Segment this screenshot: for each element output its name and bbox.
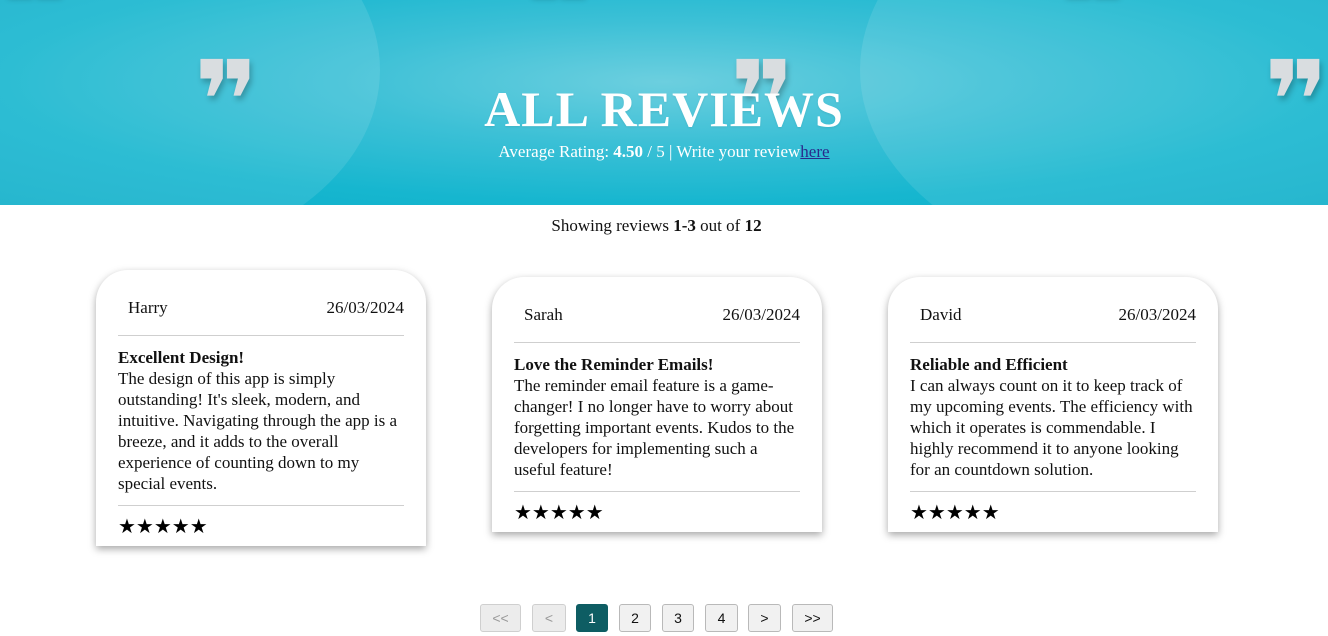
showing-prefix: Showing reviews [551,216,669,235]
showing-range: 1-3 [673,216,696,235]
review-content: Excellent Design! The design of this app… [118,336,404,506]
average-rating-label: Average Rating: [498,142,610,161]
review-title: Reliable and Efficient [910,355,1068,374]
next-page-button[interactable]: > [748,604,781,632]
review-card-header: David 26/03/2024 [910,277,1196,343]
review-card: Sarah 26/03/2024 Love the Reminder Email… [492,277,822,532]
review-stars: ★★★★★ [118,506,404,546]
showing-total: 12 [744,216,762,235]
review-content: Love the Reminder Emails! The reminder e… [514,343,800,492]
review-title: Love the Reminder Emails! [514,355,714,374]
last-page-button[interactable]: >> [792,604,833,632]
quote-mark-icon: ❝ [520,0,591,71]
review-stars: ★★★★★ [910,492,1196,532]
page-button-4[interactable]: 4 [705,604,738,632]
star-rating-icon: ★★★★★ [514,500,604,524]
review-card: Harry 26/03/2024 Excellent Design! The d… [96,270,426,546]
quote-mark-icon: ❝ [1054,0,1125,71]
quote-mark-icon: ❝ [0,0,67,71]
average-rating-suffix: / 5 | Write your review [647,142,801,161]
review-stars: ★★★★★ [514,492,800,532]
star-rating-icon: ★★★★★ [118,514,208,538]
page-button-2[interactable]: 2 [619,604,651,632]
star-rating-icon: ★★★★★ [910,500,1000,524]
average-rating-line: Average Rating: 4.50 / 5 | Write your re… [0,142,1328,162]
reviewer-name: David [920,304,962,324]
review-date: 26/03/2024 [1118,304,1196,324]
review-text: The design of this app is simply outstan… [118,369,398,493]
reviewer-name: Sarah [524,304,563,324]
review-card-header: Sarah 26/03/2024 [514,277,800,343]
page-button-3[interactable]: 3 [662,604,694,632]
review-card: David 26/03/2024 Reliable and Efficient … [888,277,1218,532]
review-date: 26/03/2024 [326,297,404,317]
first-page-button[interactable]: << [480,604,521,632]
review-card-header: Harry 26/03/2024 [118,270,404,336]
write-review-link[interactable]: here [800,142,829,161]
review-title: Excellent Design! [118,348,245,367]
review-text: The reminder email feature is a game-cha… [514,376,795,479]
showing-middle: out of [700,216,741,235]
hero-banner: ❝ ❝ ❝ ❞ ❞ ❞ ALL REVIEWS Average Rating: … [0,0,1328,205]
review-content: Reliable and Efficient I can always coun… [910,343,1196,492]
pagination: << < 1 2 3 4 > >> [0,604,1328,634]
page-title: ALL REVIEWS [484,81,844,137]
reviewer-name: Harry [128,297,168,317]
page-button-1[interactable]: 1 [576,604,608,632]
review-date: 26/03/2024 [722,304,800,324]
review-text: I can always count on it to keep track o… [910,376,1193,479]
prev-page-button[interactable]: < [532,604,566,632]
showing-reviews-text: Showing reviews 1-3 out of 12 [0,216,1313,236]
average-rating-value: 4.50 [613,142,644,161]
